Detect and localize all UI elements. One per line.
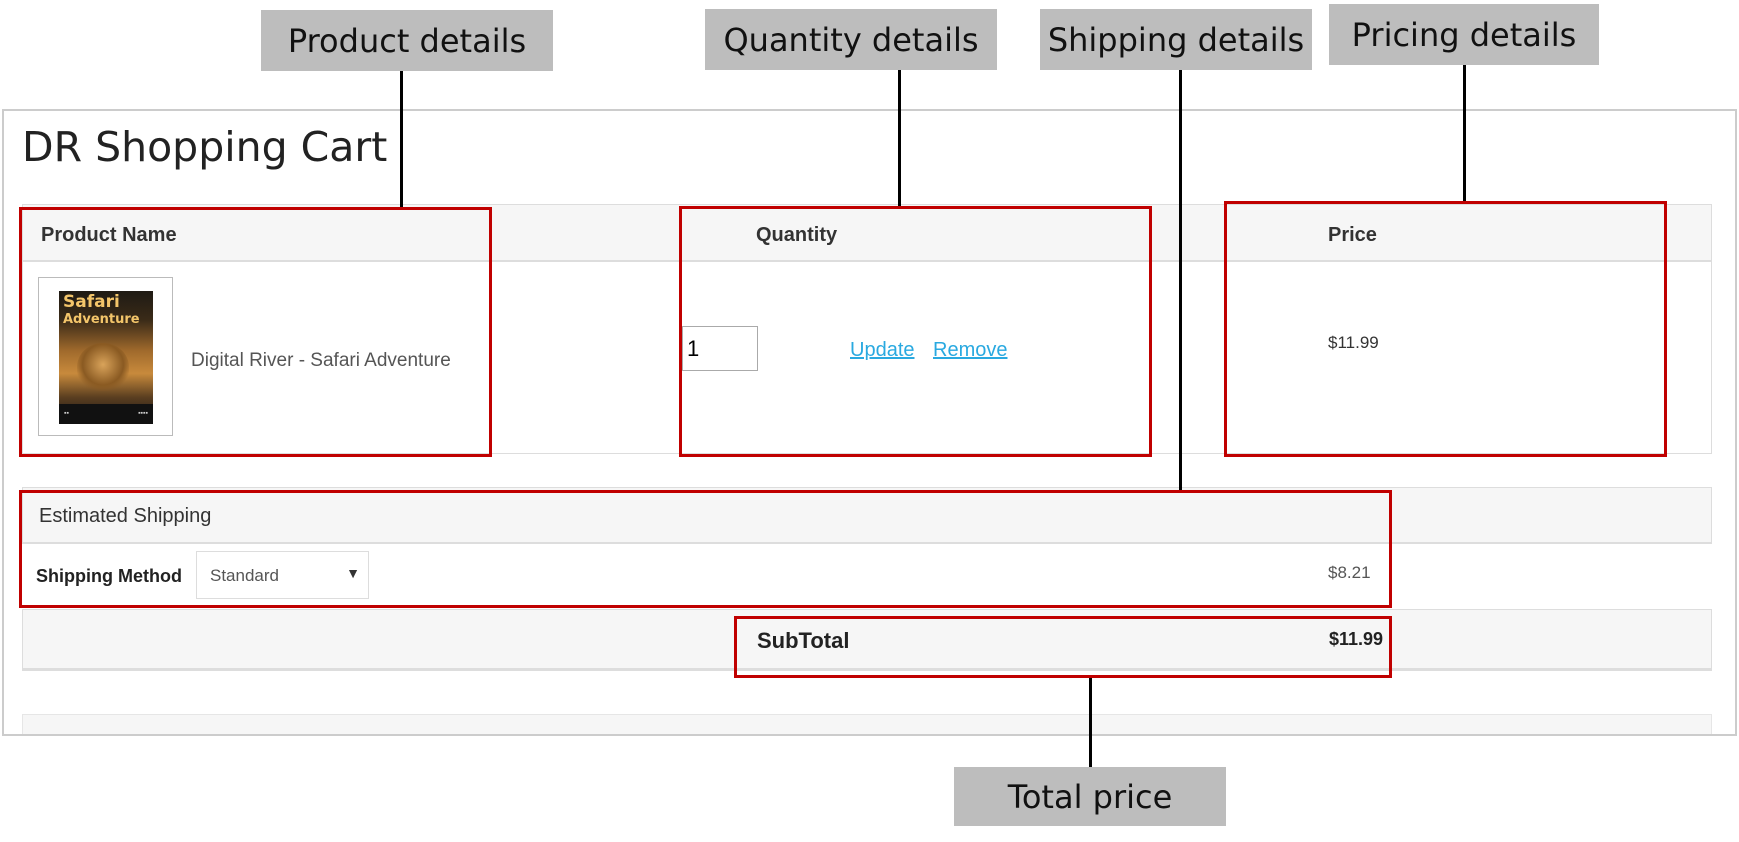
shipping-method-value: Standard: [210, 566, 279, 585]
remove-link[interactable]: Remove: [933, 339, 1007, 362]
shipping-method-select[interactable]: Standard ▼: [196, 551, 369, 599]
shipping-method-row: Shipping Method Standard ▼ $8.21: [22, 544, 1712, 606]
estimated-shipping-title: Estimated Shipping: [39, 505, 212, 527]
shipping-price: $8.21: [1328, 563, 1371, 582]
dvd-cover-title: Safari Adventure: [63, 294, 140, 328]
cart-table-header: Product Name Quantity Price: [23, 205, 1711, 262]
dvd-cover-title-line2: Adventure: [63, 312, 140, 327]
callout-shipping-details: Shipping details: [1040, 9, 1312, 70]
dvd-cover-art: Safari Adventure ▪▪ ▪▪▪▪: [59, 291, 153, 424]
update-link[interactable]: Update: [850, 339, 915, 362]
column-header-quantity: Quantity: [756, 224, 838, 246]
connector-quantity: [898, 70, 901, 206]
shopping-cart-page: DR Shopping Cart Product Name Quantity P…: [2, 109, 1737, 736]
column-header-price: Price: [1328, 224, 1377, 246]
shipping-method-label: Shipping Method: [36, 566, 182, 586]
subtotal-value: $11.99: [1329, 629, 1384, 649]
column-header-product-name: Product Name: [41, 224, 177, 246]
connector-product: [400, 71, 403, 207]
next-section-header: [22, 714, 1712, 734]
callout-quantity-details: Quantity details: [705, 9, 997, 70]
page-title: DR Shopping Cart: [22, 123, 388, 171]
product-name[interactable]: Digital River - Safari Adventure: [191, 350, 451, 372]
quantity-input[interactable]: [682, 326, 758, 371]
product-image[interactable]: Safari Adventure ▪▪ ▪▪▪▪: [38, 277, 173, 436]
dvd-cover-title-line1: Safari: [63, 292, 120, 312]
cart-table: Product Name Quantity Price Safari Adven…: [22, 204, 1712, 454]
callout-total-price: Total price: [954, 767, 1226, 826]
chevron-down-icon: ▼: [346, 565, 360, 581]
callout-pricing-details: Pricing details: [1329, 4, 1599, 65]
connector-total: [1089, 678, 1092, 767]
connector-pricing: [1463, 65, 1466, 201]
callout-product-details: Product details: [261, 10, 553, 71]
estimated-shipping-header: Estimated Shipping: [22, 487, 1712, 544]
lion-image: [77, 343, 129, 391]
dvd-cover-footer: ▪▪ ▪▪▪▪: [59, 404, 153, 424]
connector-shipping: [1179, 70, 1182, 490]
item-price: $11.99: [1328, 333, 1379, 352]
subtotal-row: SubTotal $11.99: [22, 609, 1712, 671]
subtotal-label: SubTotal: [757, 628, 850, 653]
